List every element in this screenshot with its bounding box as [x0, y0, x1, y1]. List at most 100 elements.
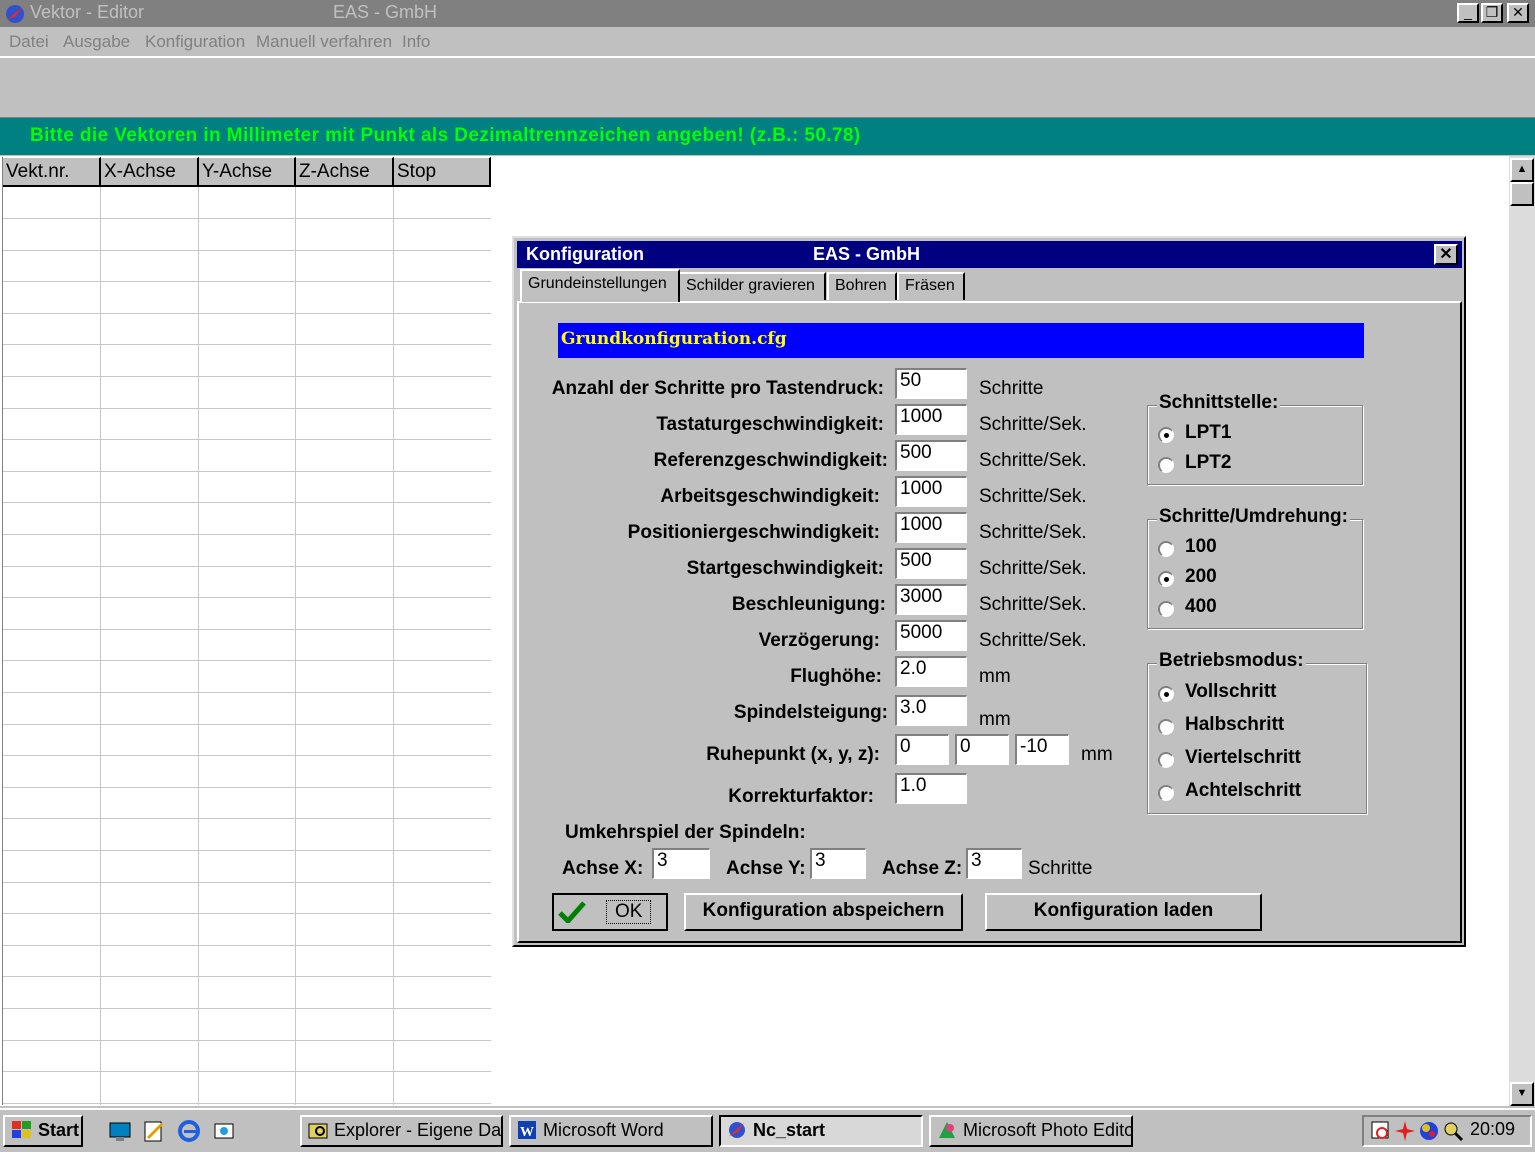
nc-start-icon — [729, 1122, 745, 1138]
radio-dot[interactable] — [1158, 457, 1174, 473]
dialog-close-button[interactable]: ✕ — [1434, 244, 1458, 265]
ruhepunkt-x-input[interactable]: 0 — [895, 734, 949, 765]
windows-logo-icon — [12, 1121, 31, 1138]
umkehrspiel-x-input[interactable]: 3 — [652, 848, 710, 879]
ok-button[interactable]: OK — [552, 893, 668, 931]
task-nc-start[interactable]: Nc_start — [719, 1115, 923, 1147]
positioniergeschwindigkeit-input[interactable]: 1000 — [895, 512, 967, 543]
load-config-button[interactable]: Konfiguration laden — [985, 893, 1262, 931]
radio-dot[interactable] — [1158, 719, 1174, 735]
column-header-x-achse[interactable]: X-Achse — [101, 157, 199, 187]
radio-label: Halbschritt — [1185, 714, 1285, 735]
grid-row-line — [3, 818, 491, 819]
radio-dot[interactable] — [1158, 571, 1174, 587]
verzoegerung-input[interactable]: 5000 — [895, 620, 967, 651]
scheduler-icon[interactable] — [1370, 1120, 1392, 1142]
column-header-y-achse[interactable]: Y-Achse — [199, 157, 296, 187]
tab-schilder-gravieren[interactable]: Schilder gravieren — [678, 272, 826, 300]
config-filename-bar: Grundkonfiguration.cfg — [558, 323, 1364, 358]
tray-globe-icon[interactable] — [1418, 1120, 1440, 1142]
grid-row-line — [3, 471, 491, 472]
umkehrspiel-y-input[interactable]: 3 — [810, 848, 866, 879]
field-unit: Schritte/Sek. — [979, 450, 1087, 471]
column-header-z-achse[interactable]: Z-Achse — [296, 157, 394, 187]
field-unit: Schritte — [979, 378, 1044, 399]
radio-dot[interactable] — [1158, 541, 1174, 557]
radio-dot[interactable] — [1158, 601, 1174, 617]
spindelsteigung-input[interactable]: 3.0 — [895, 695, 967, 726]
menu-ausgabe[interactable]: Ausgabe — [63, 32, 130, 52]
umkehrspiel-z-input[interactable]: 3 — [966, 848, 1022, 879]
ruhepunkt-z-input[interactable]: -10 — [1015, 734, 1069, 765]
configuration-dialog: Konfiguration EAS - GmbH ✕ Grundeinstell… — [512, 236, 1466, 947]
radio-label: 100 — [1185, 536, 1217, 557]
scroll-up-button[interactable]: ▲ — [1510, 158, 1534, 182]
start-label: Start — [38, 1120, 80, 1140]
start-button[interactable]: Start — [3, 1115, 83, 1147]
startgeschwindigkeit-input[interactable]: 500 — [895, 548, 967, 579]
ruhepunkt-y-input[interactable]: 0 — [955, 734, 1009, 765]
task-microsoft-word[interactable]: W Microsoft Word — [509, 1115, 713, 1147]
schritte-pro-tastendruck-input[interactable]: 50 — [895, 368, 967, 399]
radio-label: LPT2 — [1185, 452, 1232, 473]
save-config-button[interactable]: Konfiguration abspeichern — [684, 893, 963, 931]
tray-search-icon[interactable] — [1442, 1120, 1464, 1142]
app-logo-icon — [6, 5, 24, 23]
radio-dot[interactable] — [1158, 785, 1174, 801]
field-unit: Schritte/Sek. — [979, 558, 1087, 579]
field-unit: Schritte/Sek. — [979, 522, 1087, 543]
beschleunigung-input[interactable]: 3000 — [895, 584, 967, 615]
main-title-bar[interactable]: Vektor - Editor EAS - GmbH _ ❐ ✕ — [0, 0, 1535, 27]
dialog-title-bar[interactable]: Konfiguration EAS - GmbH ✕ — [517, 241, 1462, 268]
grid-divider — [295, 187, 296, 1105]
tab-bohren[interactable]: Bohren — [827, 272, 897, 300]
restore-button[interactable]: ❐ — [1481, 3, 1503, 23]
explorer-icon — [308, 1123, 328, 1139]
system-tray: 20:09 — [1362, 1115, 1532, 1147]
tab-grundeinstellungen[interactable]: Grundeinstellungen — [520, 269, 680, 302]
korrekturfaktor-input[interactable]: 1.0 — [895, 773, 967, 804]
column-header-vektnr[interactable]: Vekt.nr. — [3, 157, 101, 187]
internet-explorer-icon[interactable] — [177, 1119, 201, 1143]
minimize-button[interactable]: _ — [1457, 3, 1479, 23]
vertical-scrollbar[interactable]: ▲ ▼ — [1509, 156, 1535, 1106]
checkmark-icon — [558, 901, 586, 923]
tastaturgeschwindigkeit-input[interactable]: 1000 — [895, 404, 967, 435]
tab-fraesen[interactable]: Fräsen — [897, 272, 965, 300]
desktop-icon[interactable] — [108, 1119, 132, 1143]
radio-dot[interactable] — [1158, 686, 1174, 702]
menu-info[interactable]: Info — [402, 32, 430, 52]
radio-dot[interactable] — [1158, 427, 1174, 443]
field-unit: Schritte/Sek. — [979, 594, 1087, 615]
grid-row-line — [3, 660, 491, 661]
task-photo-editor[interactable]: Microsoft Photo Editor — [929, 1115, 1133, 1147]
menu-manuell-verfahren[interactable]: Manuell verfahren — [256, 32, 392, 52]
grid-row-line — [3, 376, 491, 377]
task-label: Microsoft Photo Editor — [963, 1120, 1133, 1140]
arbeitsgeschwindigkeit-input[interactable]: 1000 — [895, 476, 967, 507]
task-explorer[interactable]: Explorer - Eigene Dat... — [300, 1115, 503, 1147]
referenzgeschwindigkeit-input[interactable]: 500 — [895, 440, 967, 471]
menu-datei[interactable]: Datei — [9, 32, 49, 52]
menu-konfiguration[interactable]: Konfiguration — [145, 32, 245, 52]
scroll-down-button[interactable]: ▼ — [1510, 1082, 1534, 1106]
word-icon: W — [518, 1121, 536, 1140]
group-title: Schritte/Umdrehung: — [1157, 506, 1350, 528]
radio-label: Vollschritt — [1185, 681, 1277, 702]
scroll-thumb[interactable] — [1510, 182, 1534, 206]
tray-star-icon[interactable] — [1394, 1120, 1416, 1142]
field-label: Achse Y: — [726, 858, 806, 879]
field-label: Tastaturgeschwindigkeit: — [656, 414, 884, 435]
vector-grid[interactable]: Vekt.nr. X-Achse Y-Achse Z-Achse Stop — [2, 157, 491, 1105]
radio-dot[interactable] — [1158, 752, 1174, 768]
flughoehe-input[interactable]: 2.0 — [895, 656, 967, 687]
notepad-icon[interactable] — [142, 1119, 166, 1143]
close-window-button[interactable]: ✕ — [1507, 3, 1529, 23]
toolbar-area — [0, 56, 1535, 118]
column-header-stop[interactable]: Stop — [394, 157, 491, 187]
grid-row-line — [3, 913, 491, 914]
channels-icon[interactable] — [212, 1119, 236, 1143]
ok-button-label: OK — [606, 900, 652, 924]
radio-label: Viertelschritt — [1185, 747, 1301, 768]
grid-row-line — [3, 597, 491, 598]
